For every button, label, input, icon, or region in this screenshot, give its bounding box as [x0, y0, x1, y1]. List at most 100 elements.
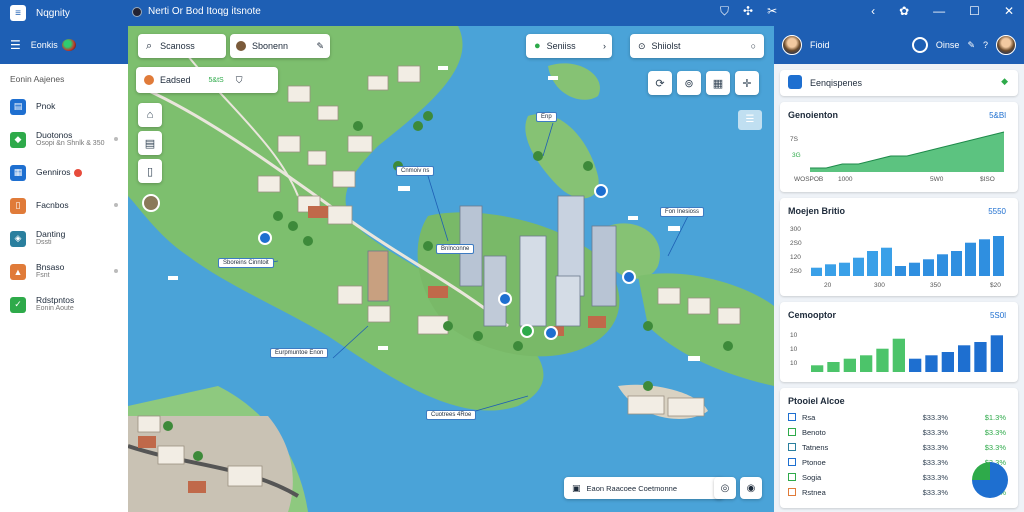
document-button[interactable]: ▯ — [138, 159, 162, 183]
legend-swatch — [788, 428, 796, 436]
table-row[interactable]: Tatnens $33.3% $3.3% — [788, 440, 1006, 454]
sidebar-item-bnsaso[interactable]: ▲ Bnsaso Fsnt — [0, 255, 128, 288]
map-pin[interactable] — [594, 184, 608, 198]
energy-card[interactable]: Eenqispenes ◆ — [780, 70, 1018, 96]
location-box[interactable]: Eadsed 5&tS ⛉ — [136, 67, 278, 93]
x-tick: $20 — [990, 282, 1001, 289]
locate-button[interactable]: ◎ — [714, 477, 736, 499]
tools-icon[interactable]: ✂ — [767, 4, 777, 19]
search-box[interactable]: ⌕ Scanoss — [138, 34, 226, 58]
window-controls: ‹ ✿ — ☐ ✕ — [871, 4, 1014, 18]
map-pin[interactable] — [622, 270, 636, 284]
sidebar-item-pnok[interactable]: ▤ Pnok — [0, 90, 128, 123]
x-tick: 300 — [874, 282, 885, 289]
bar — [974, 342, 987, 372]
window-title-text: Nerti Or Bod Itoqg itsnote — [148, 6, 261, 17]
menu-button[interactable]: ☰ — [738, 110, 762, 130]
row-name: Ptonoe — [802, 457, 826, 467]
menu-icon: ☰ — [745, 114, 755, 125]
x-tick: $ISO — [980, 176, 995, 183]
legend-swatch — [788, 443, 796, 451]
sidebar-item-label: Rdstpntos — [36, 294, 75, 305]
grid-button[interactable]: ▦ — [706, 71, 730, 95]
map-label[interactable]: Fon Inesioss — [660, 207, 705, 217]
row-change: $3.3% — [984, 427, 1006, 437]
compass-icon[interactable] — [142, 194, 160, 212]
maximize-icon[interactable]: ☐ — [969, 4, 980, 18]
sidebar-item-label: Duotonos — [36, 129, 73, 140]
sidebar-item-rdstpntos[interactable]: ✓ Rdstpntos Eonin Aoute — [0, 288, 128, 321]
leaf-icon: ● — [534, 40, 541, 52]
row-name: Benoto — [802, 427, 826, 437]
map-label[interactable]: Enp — [536, 112, 557, 122]
bar — [839, 262, 850, 276]
table-row[interactable]: Benoto $33.3% $3.3% — [788, 425, 1006, 439]
map-view[interactable]: Enp Cnmoiv ns Fon Inesioss Bnlnconne Sbo… — [128, 26, 774, 512]
edit-icon[interactable]: ✎ — [316, 41, 324, 52]
puzzle-icon[interactable]: ✣ — [743, 4, 753, 19]
close-icon[interactable]: ✕ — [1004, 4, 1014, 18]
map-pin[interactable] — [498, 292, 512, 306]
bar — [979, 239, 990, 276]
check-icon: ◆ — [10, 131, 26, 148]
back-icon[interactable]: ‹ — [871, 4, 875, 18]
sidebar-item-danting[interactable]: ◈ Danting Dssti — [0, 222, 128, 255]
crosshair-button[interactable]: ✛ — [735, 71, 759, 95]
sidebar-item-sub: Eonin Aoute — [36, 305, 74, 313]
edit-icon[interactable]: ✎ — [967, 40, 975, 51]
sidebar-item-sub: Osopi &n Shnlk & 350 — [36, 140, 105, 148]
search-input[interactable]: Scanoss — [160, 41, 195, 51]
card-title: Ptooiel Alcoe — [788, 396, 845, 406]
menu-icon[interactable]: ☰ — [10, 38, 21, 52]
sidebar-item-label: Genniros — [36, 166, 71, 177]
bar — [860, 355, 873, 372]
shield-icon[interactable]: ⛉ — [720, 4, 729, 19]
moejen-card: Moejen Britio 5550 300 2S0 120 2S0 20 30… — [780, 198, 1018, 296]
pie-slice — [972, 462, 990, 480]
bar — [853, 257, 864, 276]
sidebar-item-genniros[interactable]: ▦ Genniros — [0, 156, 128, 189]
info-bar[interactable]: ▣ Eaon Raacoee Coetmonne — [564, 477, 724, 499]
layers-button[interactable]: ▤ — [138, 131, 162, 155]
settings-icon[interactable]: ✿ — [899, 4, 909, 18]
sidebar-item-sub: Fsnt — [36, 272, 50, 280]
rotate-button[interactable]: ⟳ — [648, 71, 672, 95]
bar-chart — [811, 236, 1004, 276]
row-value: $33.3% — [922, 487, 948, 497]
map-label[interactable]: Cuotrees 4Roe — [426, 410, 477, 420]
row-name: Tatnens — [802, 442, 829, 452]
map-label[interactable]: Cnmoiv ns — [396, 166, 435, 176]
sidebar: ☰ Eonkis Eonin Aajenes ▤ Pnok ◆ Duotonos… — [0, 26, 128, 512]
toggle-icon[interactable]: ○ — [751, 41, 756, 51]
sidebar-item-facnbos[interactable]: ▯ Facnbos — [0, 189, 128, 222]
layer-selector[interactable]: ● Seniiss › — [526, 34, 612, 58]
camera-button[interactable]: ⊚ — [677, 71, 701, 95]
filter-box[interactable]: Sbonenn ✎ — [230, 34, 330, 58]
shield-icon: ⛉ — [235, 74, 243, 85]
sidebar-item-label: Bnsaso — [36, 261, 65, 272]
minimize-icon[interactable]: — — [933, 4, 945, 18]
map-label[interactable]: Sboreins Cinntoit — [218, 258, 274, 268]
view-box[interactable]: ⊙ Shiiolst ○ — [630, 34, 764, 58]
map-pin[interactable] — [544, 326, 558, 340]
map-label[interactable]: Eurpmuntoe Enon — [270, 348, 329, 358]
avatar[interactable] — [782, 35, 802, 55]
legend-swatch — [788, 458, 796, 466]
row-value: $33.3% — [922, 442, 948, 452]
map-label[interactable]: Bnlnconne — [436, 244, 475, 254]
window-title: Nerti Or Bod Itoqg itsnote — [132, 6, 261, 17]
bar — [909, 262, 920, 276]
row-change: $1.3% — [984, 412, 1006, 422]
recenter-button[interactable]: ◉ — [740, 477, 762, 499]
more-dot-icon — [114, 269, 118, 273]
home-button[interactable]: ⌂ — [138, 103, 162, 127]
help-icon[interactable]: ? — [983, 40, 988, 50]
map-canvas[interactable] — [128, 26, 774, 512]
table-row[interactable]: Rsa $33.3% $1.3% — [788, 410, 1006, 424]
map-pin[interactable] — [520, 324, 534, 338]
sidebar-item-duotonos[interactable]: ◆ Duotonos Osopi &n Shnlk & 350 — [0, 123, 128, 156]
layers-icon: ◈ — [10, 230, 26, 247]
map-pin[interactable] — [258, 231, 272, 245]
info-icon: ▣ — [572, 482, 581, 493]
avatar[interactable] — [996, 35, 1016, 55]
